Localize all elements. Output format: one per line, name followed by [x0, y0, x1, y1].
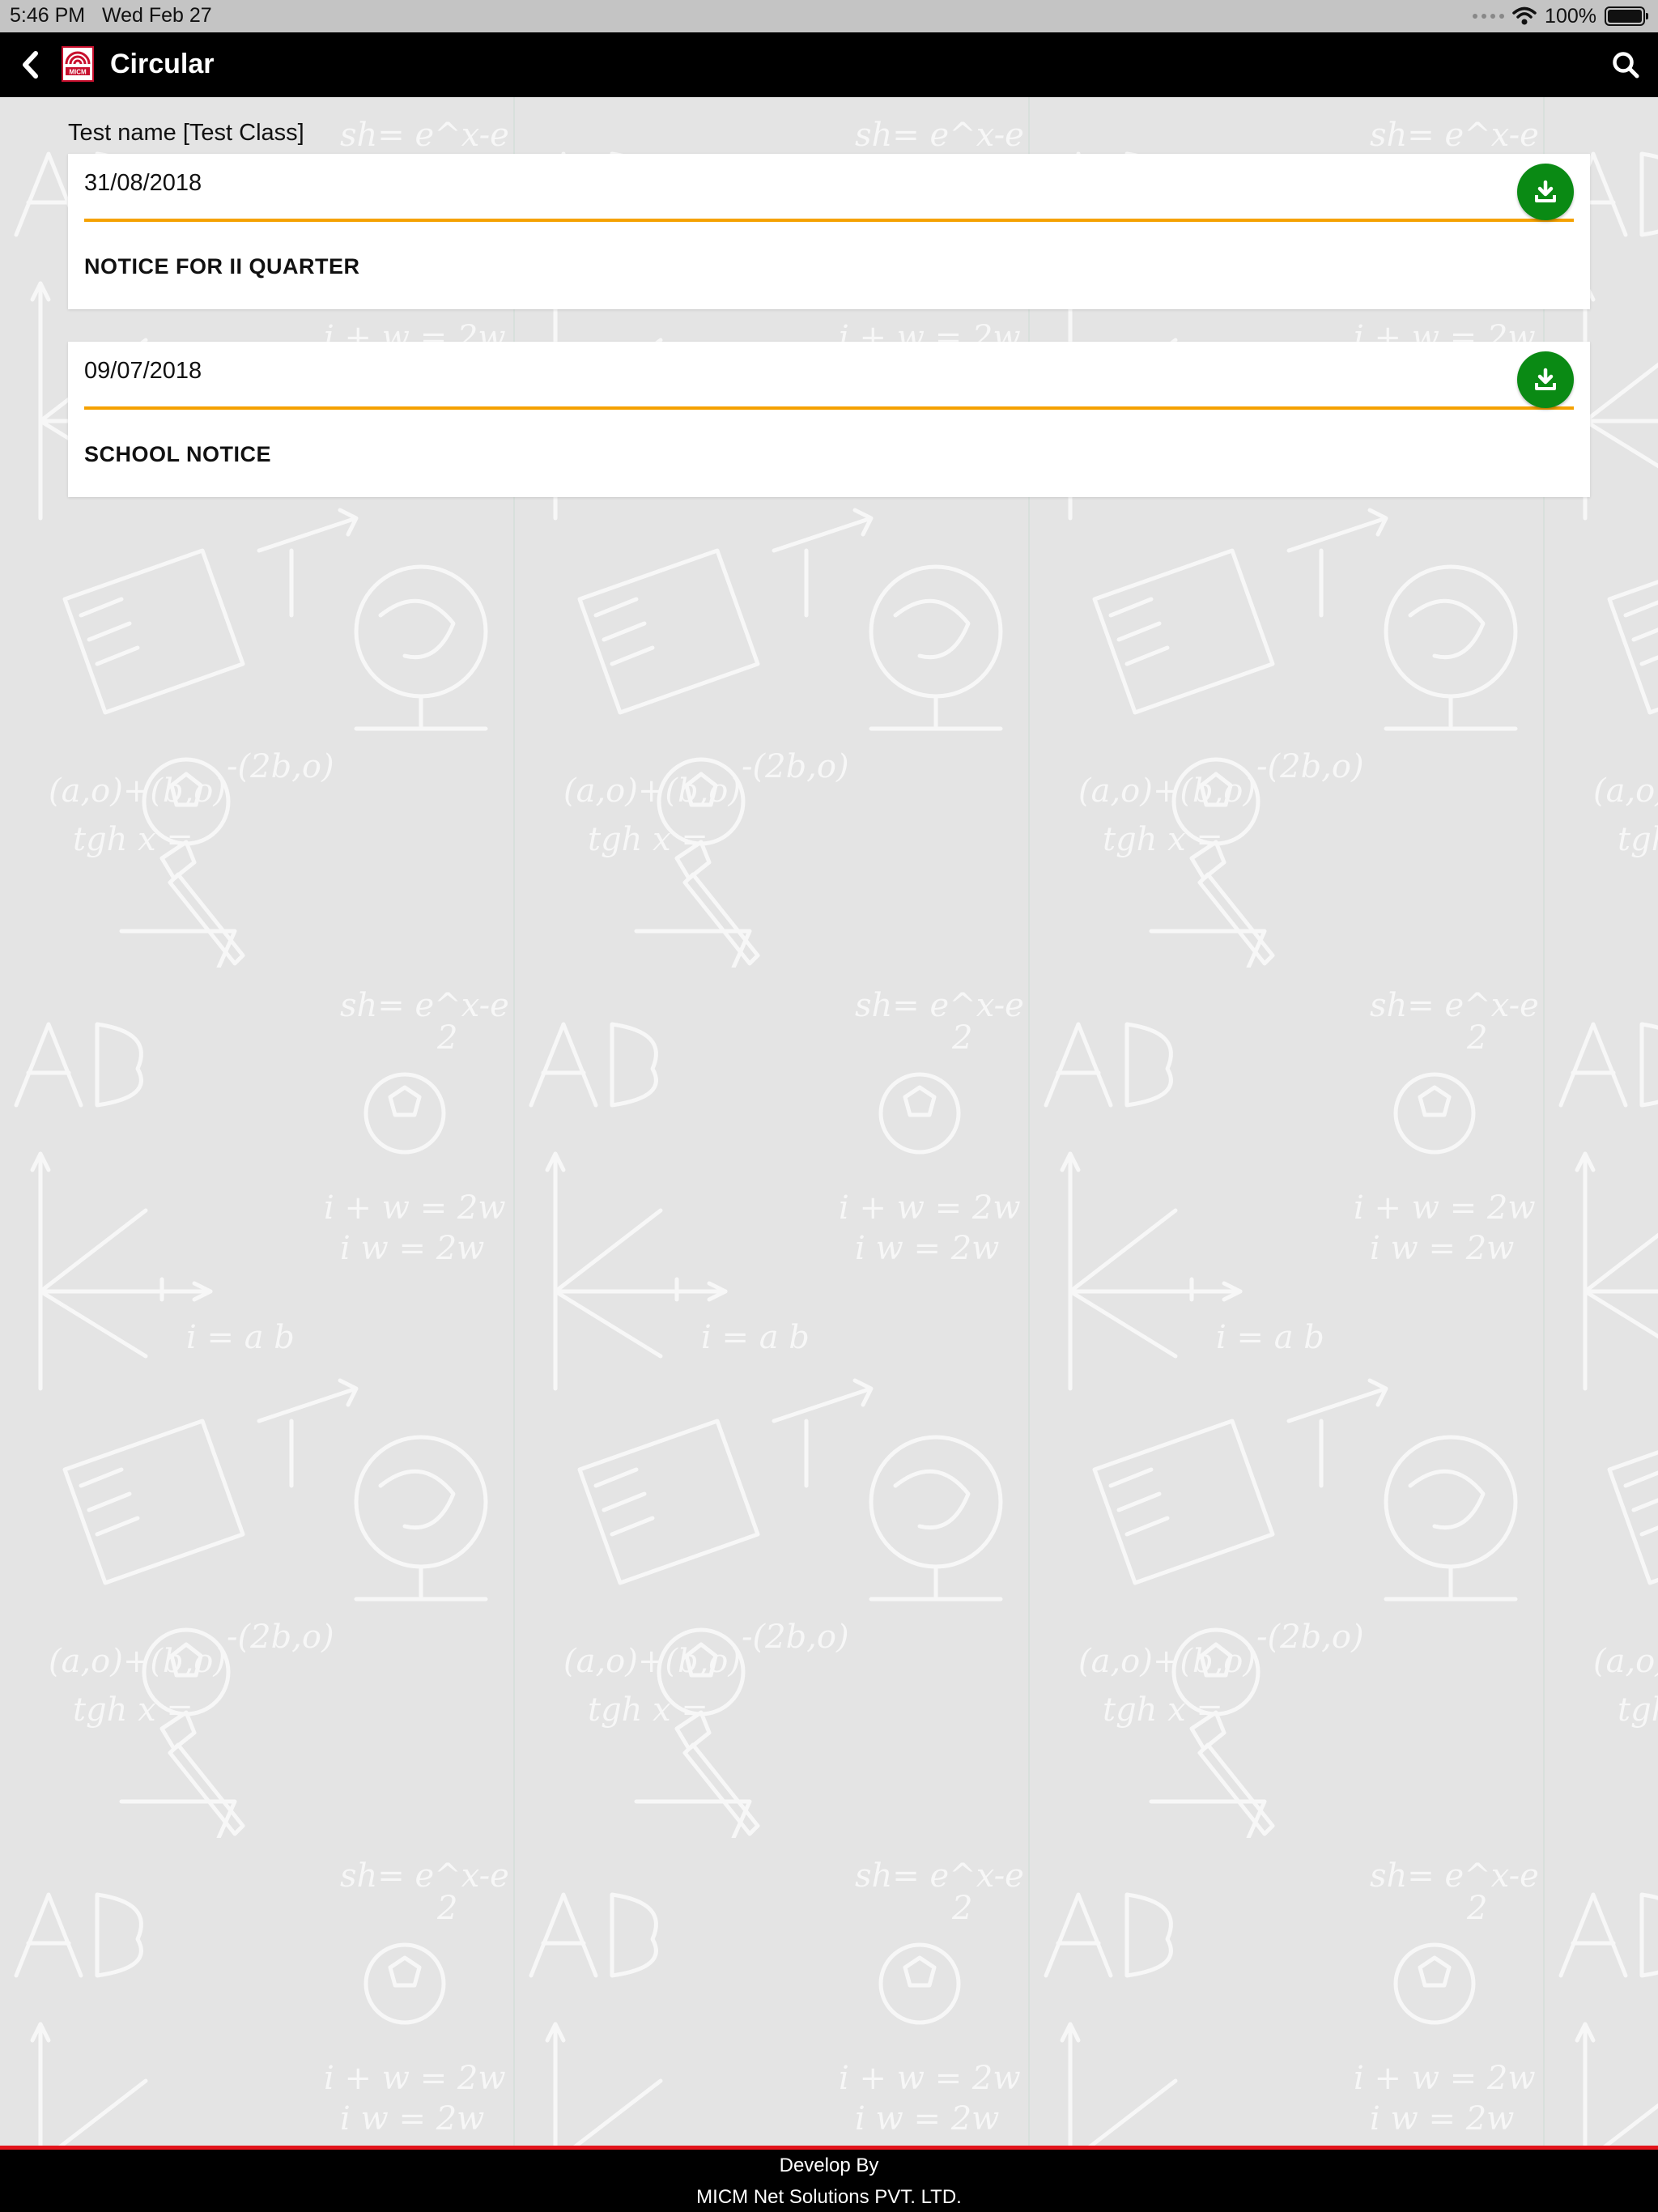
status-time-date: 5:46 PM Wed Feb 27: [10, 4, 212, 28]
search-icon: [1613, 52, 1639, 79]
search-button[interactable]: [1606, 45, 1645, 84]
download-icon: [1535, 180, 1556, 202]
status-indicators: 100%: [1473, 2, 1648, 31]
app-bar: MICM Circular: [0, 32, 1658, 97]
circular-date: 09/07/2018: [84, 358, 202, 384]
footer-develop-by: Develop By: [779, 2155, 879, 2176]
circular-card[interactable]: 31/08/2018 NOTICE FOR II QUARTER: [68, 154, 1590, 309]
footer-company-name: MICM Net Solutions PVT. LTD.: [696, 2186, 962, 2208]
download-icon: [1535, 368, 1556, 390]
cellular-signal-icon: [1473, 14, 1505, 19]
circular-card[interactable]: 09/07/2018 SCHOOL NOTICE: [68, 342, 1590, 497]
app-logo: MICM: [62, 46, 94, 82]
class-label: Test name [Test Class]: [68, 120, 304, 146]
battery-icon: [1605, 6, 1648, 26]
status-time: 5:46 PM: [10, 4, 86, 27]
circular-list: 31/08/2018 NOTICE FOR II QUARTER 09/07/2…: [68, 154, 1590, 530]
chevron-left-icon: [23, 51, 38, 79]
footer: Develop By MICM Net Solutions PVT. LTD.: [0, 2146, 1658, 2212]
back-button[interactable]: [11, 45, 50, 84]
page-title: Circular: [110, 49, 215, 79]
svg-text:MICM: MICM: [69, 69, 87, 76]
card-divider: [84, 406, 1574, 410]
circular-title: SCHOOL NOTICE: [84, 442, 272, 466]
download-button[interactable]: [1517, 164, 1574, 220]
status-bar: 5:46 PM Wed Feb 27 100%: [0, 0, 1658, 32]
circular-title: NOTICE FOR II QUARTER: [84, 254, 360, 279]
battery-percentage: 100%: [1545, 4, 1596, 28]
circular-date: 31/08/2018: [84, 170, 202, 196]
logo-icon: MICM: [64, 49, 91, 79]
download-button[interactable]: [1517, 351, 1574, 408]
status-date: Wed Feb 27: [101, 4, 212, 27]
card-divider: [84, 219, 1574, 222]
main-content[interactable]: sh= e^x-e 2 (a,o)+(b,o) -(2b,o) i = a b …: [0, 97, 1658, 2146]
wifi-icon: [1512, 6, 1537, 25]
